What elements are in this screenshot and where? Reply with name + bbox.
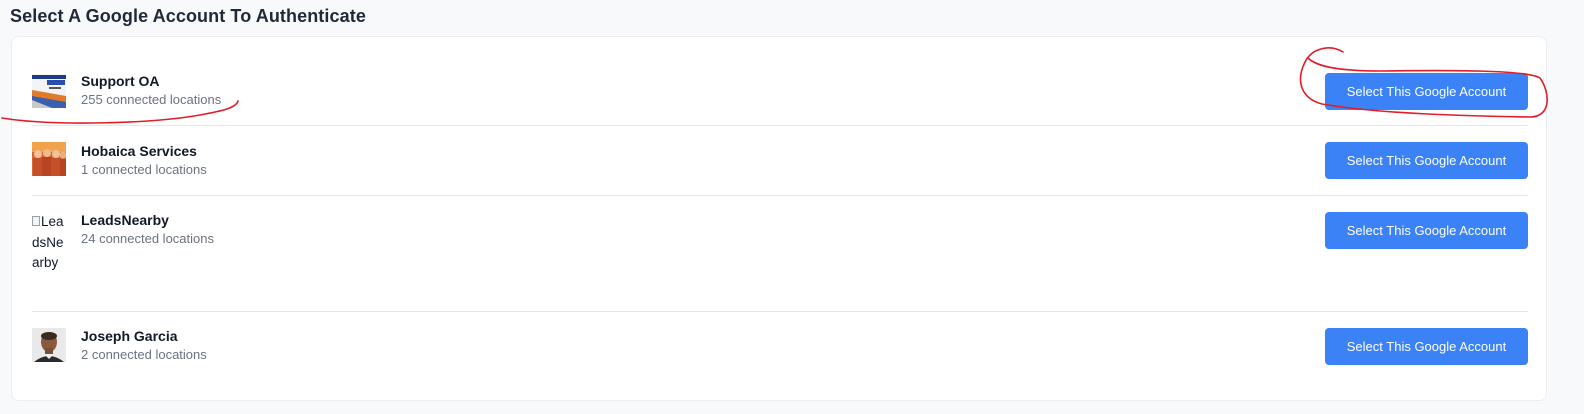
team-photo-thumbnail-icon <box>32 142 66 176</box>
select-account-button[interactable]: Select This Google Account <box>1325 73 1528 110</box>
accounts-card: Support OA 255 connected locations Selec… <box>11 36 1547 401</box>
account-select-page: Select A Google Account To Authenticate … <box>0 0 1584 414</box>
broken-image-icon: LeadsNearby <box>32 214 64 270</box>
select-account-button[interactable]: Select This Google Account <box>1325 328 1528 365</box>
select-account-button[interactable]: Select This Google Account <box>1325 142 1528 179</box>
account-name: Support OA <box>81 73 160 89</box>
account-location-count: 24 connected locations <box>81 231 214 246</box>
business-card-thumbnail-icon <box>32 74 66 108</box>
account-row: Joseph Garcia 2 connected locations Sele… <box>32 312 1528 400</box>
account-row: Support OA 255 connected locations Selec… <box>32 37 1528 126</box>
account-location-count: 1 connected locations <box>81 162 207 177</box>
account-location-count: 255 connected locations <box>81 92 222 107</box>
person-photo-thumbnail-icon <box>32 328 66 362</box>
select-account-button[interactable]: Select This Google Account <box>1325 212 1528 249</box>
account-avatar <box>32 142 66 176</box>
account-row: Hobaica Services 1 connected locations S… <box>32 126 1528 196</box>
account-avatar <box>32 74 66 108</box>
account-name: LeadsNearby <box>81 212 169 228</box>
account-name: Joseph Garcia <box>81 328 178 344</box>
account-name: Hobaica Services <box>81 143 197 159</box>
account-avatar <box>32 328 66 362</box>
page-title: Select A Google Account To Authenticate <box>10 6 366 26</box>
account-location-count: 2 connected locations <box>81 347 207 362</box>
account-row: LeadsNearby LeadsNearby 24 connected loc… <box>32 196 1528 312</box>
